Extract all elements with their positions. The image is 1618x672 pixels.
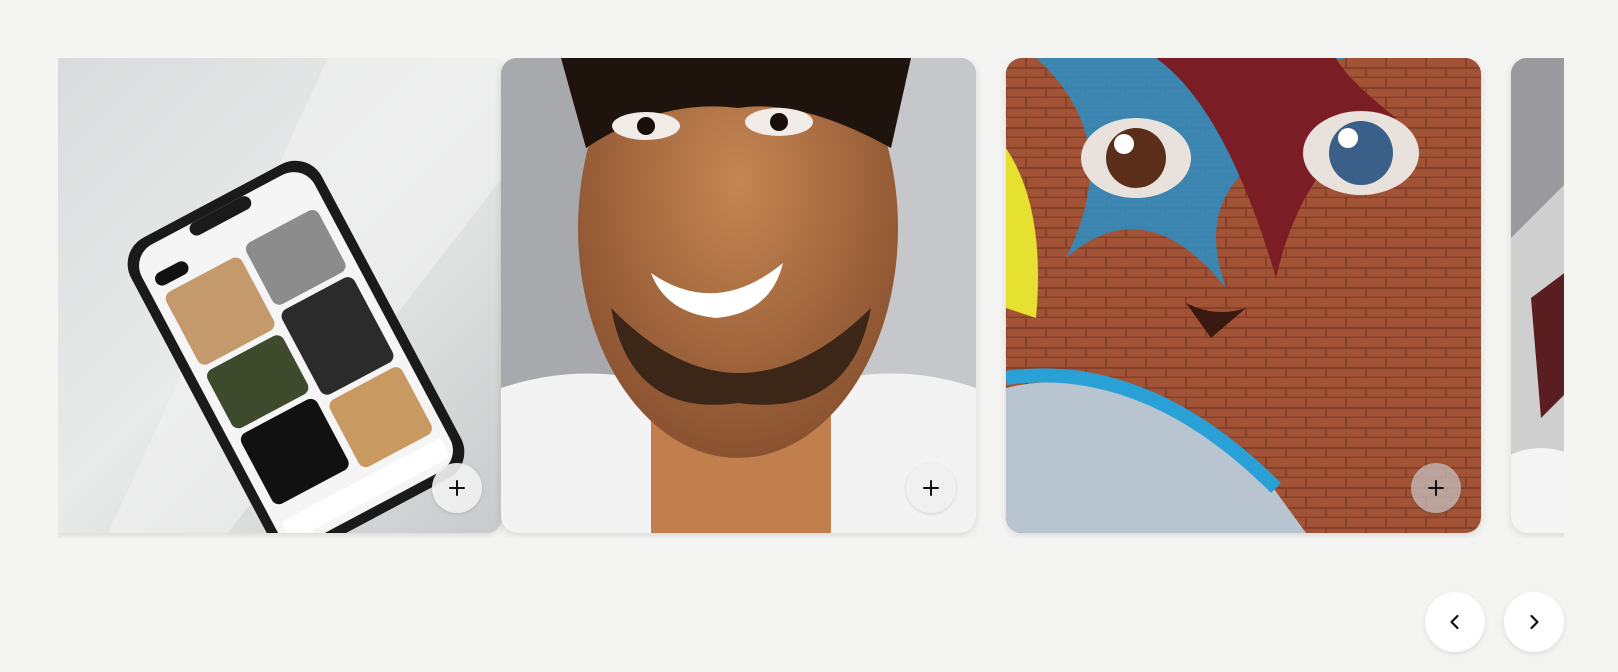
plus-icon: [1428, 480, 1444, 496]
carousel-card-graffiti[interactable]: [1006, 58, 1481, 533]
carousel-next-button[interactable]: [1504, 592, 1564, 652]
add-to-board-button[interactable]: [432, 463, 482, 513]
add-to-board-button[interactable]: [906, 463, 956, 513]
add-to-board-button[interactable]: [1411, 463, 1461, 513]
phone-on-table-image: [58, 58, 502, 533]
smiling-man-portrait-image: [501, 58, 976, 533]
chevron-left-icon: [1450, 614, 1459, 630]
carousel-card-partial[interactable]: [1511, 58, 1564, 533]
carousel-previous-button[interactable]: [1425, 592, 1485, 652]
partially-visible-image: [1511, 58, 1564, 533]
plus-icon: [449, 480, 465, 496]
chevron-right-icon: [1530, 614, 1539, 630]
carousel-card-portrait[interactable]: [501, 58, 976, 533]
plus-icon: [923, 480, 939, 496]
carousel-card-phone[interactable]: [58, 58, 502, 533]
carousel-viewport: [58, 58, 1564, 538]
anime-graffiti-image: [1006, 58, 1481, 533]
carousel-section: [0, 0, 1618, 672]
